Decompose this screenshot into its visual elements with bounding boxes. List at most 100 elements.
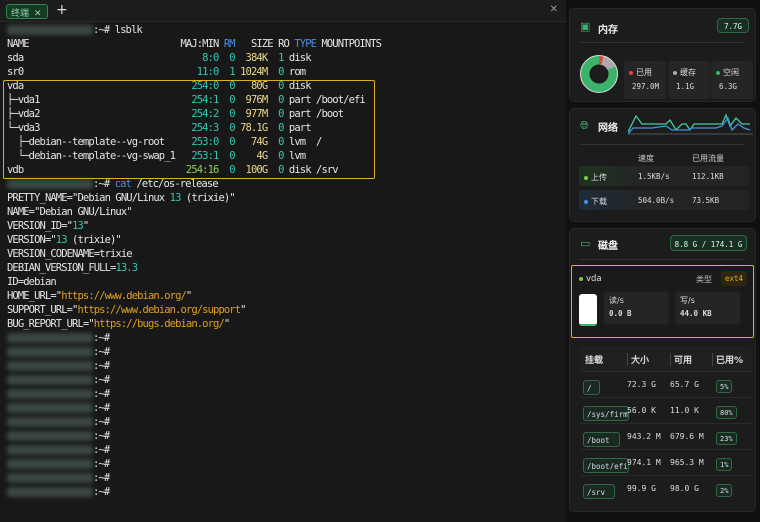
text: (trixie)": [66, 234, 122, 246]
ro: 0: [267, 66, 284, 78]
text: 13: [55, 234, 68, 246]
redacted-hostname: [7, 361, 93, 371]
majmin: 8:0: [180, 52, 219, 64]
used-percent-badge: 5%: [716, 380, 733, 393]
redacted-hostname: [7, 417, 93, 427]
os-release-line: PRETTY_NAME="Debian GNU/Linux 13 (trixie…: [7, 191, 381, 205]
type-label: 类型: [696, 275, 712, 284]
memory-title: 内存: [598, 25, 618, 36]
prompt-line: :~#: [7, 429, 381, 443]
memory-card: ▣ 内存 7.7G 已用 297.0M 缓存 1.1G 空闲 6.3G: [569, 8, 756, 102]
os-release-line: DEBIAN_VERSION_FULL=13.3: [7, 261, 381, 275]
prompt-line: :~#: [7, 345, 381, 359]
prompt-line: :~#: [7, 359, 381, 373]
prompt-line: :~#: [7, 387, 381, 401]
prompt-suffix: :~#: [93, 444, 110, 456]
text: PRETTY_NAME="Debian GNU/Linux: [7, 192, 170, 204]
memory-total: 7.7G: [717, 18, 749, 33]
mount-row[interactable]: /boot/efi 974.1 M 965.3 M 1%: [580, 449, 752, 474]
prompt-suffix: :~#: [93, 430, 110, 442]
text: (trixie)": [180, 192, 236, 204]
close-icon[interactable]: ✕: [34, 9, 42, 19]
upload-row: 上传 1.5KB/s 112.1KB: [579, 166, 749, 186]
text: NAME="Debian GNU/Linux": [7, 206, 133, 218]
memory-free: 空闲 6.3G: [711, 61, 753, 99]
available: 98.0 G: [670, 484, 699, 493]
mount-badge: /sys/firmware/efi/efivars: [583, 406, 629, 421]
available: 11.0 K: [670, 406, 699, 415]
text: NAME MAJ:MIN: [7, 38, 224, 50]
write-speed: 写/s 44.0 KB: [675, 292, 740, 324]
text: ID=debian: [7, 276, 57, 288]
network-sparkline: [628, 113, 753, 135]
os-release-line: ID=debian: [7, 275, 381, 289]
text: TYPE: [294, 38, 317, 50]
read-speed: 读/s 0.0 B: [604, 292, 669, 324]
col-speed: 速度: [638, 154, 654, 163]
text: DEBIAN_VERSION_FULL=: [7, 262, 116, 274]
redacted-hostname: [7, 375, 93, 385]
size: 384K: [234, 52, 269, 64]
text: RM: [223, 38, 236, 50]
used-percent-badge: 23%: [716, 432, 737, 445]
floppy-icon: ▣: [580, 20, 591, 33]
os-release-line: SUPPORT_URL="https://www.debian.org/supp…: [7, 303, 381, 317]
text: VERSION=": [7, 234, 57, 246]
mount-row[interactable]: /srv 99.9 G 98.0 G 2%: [580, 475, 752, 500]
rm: 1: [218, 66, 235, 78]
size: 1024M: [234, 66, 268, 78]
mount-row[interactable]: / 72.3 G 65.7 G 5%: [580, 371, 752, 396]
size: 72.3 G: [627, 380, 656, 389]
text: https://www.debian.org/: [61, 290, 187, 302]
hard-drive-icon: ▭: [580, 237, 591, 250]
text: https://www.debian.org/support: [77, 304, 241, 316]
command: lsblk: [109, 24, 143, 36]
rm: 0: [218, 52, 235, 64]
prompt-suffix: :~#: [93, 332, 110, 344]
redacted-hostname: [7, 445, 93, 455]
text: https://bugs.debian.org/: [93, 318, 225, 330]
text: 13: [72, 220, 84, 232]
disk-title: 磁盘: [598, 241, 618, 252]
close-pane-icon[interactable]: ✕: [550, 4, 558, 15]
tab-terminal[interactable]: 终端 ✕: [6, 4, 48, 19]
prompt-suffix: :~#: [93, 402, 110, 414]
system-monitor-sidebar: ▣ 内存 7.7G 已用 297.0M 缓存 1.1G 空闲 6.3G 🌐︎ 网络 速…: [566, 0, 760, 522]
tab-label: 终端: [11, 9, 30, 19]
redacted-hostname: [7, 403, 93, 413]
redacted-hostname: [7, 431, 93, 441]
globe-icon: 🌐︎: [580, 119, 589, 132]
download-row: 下载 504.0B/s 73.5KB: [579, 190, 749, 210]
mount-row[interactable]: /boot 943.2 M 679.6 M 23%: [580, 423, 752, 448]
mount-badge: /boot: [583, 432, 620, 447]
redacted-hostname: [7, 459, 93, 469]
disk-device-card[interactable]: vda 类型 ext4 读/s 0.0 B 写/s 44.0 KB: [571, 265, 754, 338]
used-percent-badge: 80%: [716, 406, 737, 419]
disk-card: ▭ 磁盘 8.8 G / 174.1 G vda 类型 ext4 读/s 0.0 …: [569, 228, 756, 512]
prompt-suffix: :~#: [93, 346, 110, 358]
redacted-hostname: [7, 333, 93, 343]
mount-badge: /: [583, 380, 600, 395]
prompt-suffix: :~#: [93, 178, 110, 190]
terminal-pane[interactable]: 终端 ✕ + ✕ :~# lsblk NAME MAJ:MIN RM SIZE RO…: [0, 0, 566, 522]
mount-row[interactable]: /sys/firmware/efi/efivars56.0 K 11.0 K 80%: [580, 397, 752, 422]
os-release-line: VERSION="13 (trixie)": [7, 233, 381, 247]
text: MOUNTPOINTS: [316, 38, 382, 50]
os-release-line: VERSION_ID="13": [7, 219, 381, 233]
type-mount: rom: [283, 66, 306, 78]
prompt-line: :~#: [7, 457, 381, 471]
prompt-suffix: :~#: [93, 458, 110, 470]
redacted-hostname: [7, 487, 93, 497]
command: cat: [114, 178, 132, 190]
text: 13.3: [115, 262, 138, 274]
fs-type-badge: ext4: [721, 271, 748, 286]
disk-total: 8.8 G / 174.1 G: [670, 235, 747, 251]
ro: 1: [267, 52, 284, 64]
used-percent-badge: 2%: [716, 484, 733, 497]
add-tab-button[interactable]: +: [56, 2, 68, 18]
prompt-suffix: :~#: [93, 24, 110, 36]
text: ": [223, 318, 230, 330]
memory-used: 已用 297.0M: [624, 61, 666, 99]
highlight-box: [3, 80, 375, 179]
redacted-hostname: [7, 25, 93, 35]
